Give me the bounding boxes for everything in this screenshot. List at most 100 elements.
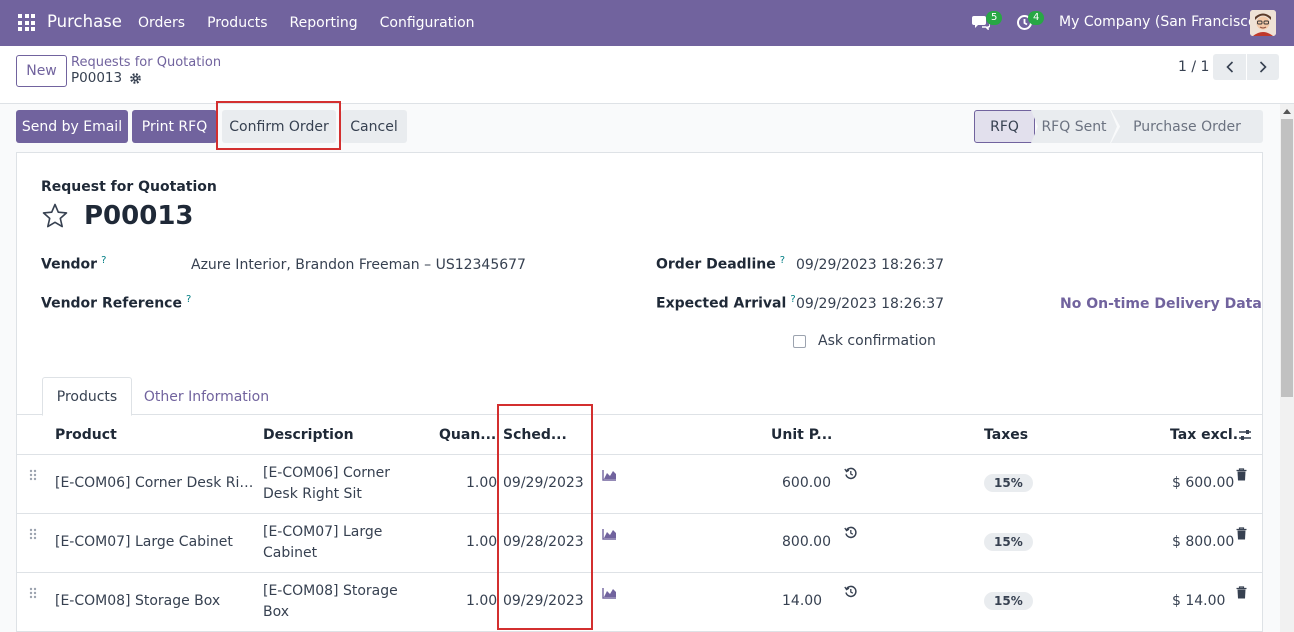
status-stages: RFQ RFQ Sent Purchase Order bbox=[974, 110, 1263, 143]
tab-products[interactable]: Products bbox=[42, 377, 132, 416]
vendor-reference-label: Vendor Reference? bbox=[41, 294, 191, 312]
expected-arrival-label: Expected Arrival? bbox=[656, 294, 796, 312]
send-by-email-button[interactable]: Send by Email bbox=[16, 110, 128, 143]
expected-arrival-field[interactable]: 09/29/2023 18:26:37 bbox=[796, 296, 944, 312]
price-history-icon[interactable] bbox=[844, 467, 857, 480]
line-scheduled-date[interactable]: 09/28/2023 bbox=[503, 534, 584, 550]
main-menu: Orders Products Reporting Configuration bbox=[138, 0, 497, 46]
table-row[interactable]: [E-COM07] Large Cabinet [E-COM07] Large … bbox=[17, 514, 1262, 573]
line-subtotal: $ 14.00 bbox=[1172, 593, 1226, 609]
line-unit-price[interactable]: 600.00 bbox=[782, 475, 831, 491]
pager-next-button[interactable] bbox=[1246, 54, 1279, 80]
cancel-button[interactable]: Cancel bbox=[341, 110, 407, 143]
new-button[interactable]: New bbox=[16, 55, 67, 87]
menu-configuration[interactable]: Configuration bbox=[380, 15, 475, 31]
tax-badge[interactable]: 15% bbox=[984, 592, 1033, 610]
tax-badge[interactable]: 15% bbox=[984, 533, 1033, 551]
menu-products[interactable]: Products bbox=[207, 15, 267, 31]
tab-other-information[interactable]: Other Information bbox=[135, 377, 278, 416]
line-product[interactable]: [E-COM06] Corner Desk Righ... bbox=[55, 475, 255, 491]
trash-icon[interactable] bbox=[1236, 468, 1247, 481]
line-scheduled-date[interactable]: 09/29/2023 bbox=[503, 475, 584, 491]
forecast-chart-icon[interactable] bbox=[602, 469, 617, 481]
header-unit-price[interactable]: Unit P... bbox=[771, 427, 832, 443]
stage-rfq[interactable]: RFQ bbox=[974, 110, 1035, 143]
table-row[interactable]: [E-COM06] Corner Desk Righ... [E-COM06] … bbox=[17, 455, 1262, 514]
tax-badge[interactable]: 15% bbox=[984, 474, 1033, 492]
print-rfq-button[interactable]: Print RFQ bbox=[132, 110, 217, 143]
vendor-reference-label-text: Vendor Reference bbox=[41, 295, 182, 312]
line-description[interactable]: [E-COM08] Storage Box bbox=[263, 581, 423, 623]
line-subtotal: $ 800.00 bbox=[1172, 534, 1235, 550]
scroll-up-arrow-icon[interactable] bbox=[1280, 104, 1294, 118]
line-quantity[interactable]: 1.00 bbox=[466, 593, 497, 609]
line-subtotal: $ 600.00 bbox=[1172, 475, 1235, 491]
table-row[interactable]: [E-COM08] Storage Box [E-COM08] Storage … bbox=[17, 573, 1262, 632]
vendor-label: Vendor? bbox=[41, 255, 106, 273]
order-deadline-field[interactable]: 09/29/2023 18:26:37 bbox=[796, 257, 944, 273]
company-switcher[interactable]: My Company (San Francisco) bbox=[1059, 14, 1262, 30]
stage-rfq-sent[interactable]: RFQ Sent bbox=[1031, 110, 1117, 143]
line-product[interactable]: [E-COM08] Storage Box bbox=[55, 593, 255, 609]
ask-confirmation-checkbox[interactable] bbox=[793, 335, 806, 348]
star-icon[interactable] bbox=[41, 202, 69, 230]
header-description[interactable]: Description bbox=[263, 427, 354, 443]
activity-badge: 4 bbox=[1028, 11, 1045, 25]
line-description[interactable]: [E-COM07] Large Cabinet bbox=[263, 522, 423, 564]
line-unit-price[interactable]: 800.00 bbox=[782, 534, 831, 550]
pager-value: 1 / 1 bbox=[1178, 59, 1210, 75]
forecast-chart-icon[interactable] bbox=[602, 587, 617, 599]
help-tooltip-icon[interactable]: ? bbox=[780, 255, 785, 266]
chevron-left-icon bbox=[1225, 61, 1233, 73]
header-quantity[interactable]: Quan... bbox=[439, 427, 496, 443]
trash-icon[interactable] bbox=[1236, 527, 1247, 540]
help-tooltip-icon[interactable]: ? bbox=[101, 255, 106, 266]
chevron-right-icon bbox=[1259, 61, 1267, 73]
on-time-delivery-link[interactable]: No On-time Delivery Data bbox=[1060, 296, 1262, 312]
scroll-thumb[interactable] bbox=[1281, 119, 1293, 397]
record-title: P00013 bbox=[71, 70, 142, 86]
user-avatar[interactable] bbox=[1250, 10, 1276, 36]
record-name-label: P00013 bbox=[71, 70, 123, 86]
order-deadline-label: Order Deadline? bbox=[656, 255, 785, 273]
expected-arrival-label-text: Expected Arrival bbox=[656, 295, 787, 312]
price-history-icon[interactable] bbox=[844, 526, 857, 539]
header-scheduled-date[interactable]: Sched... bbox=[503, 427, 567, 443]
line-scheduled-date[interactable]: 09/29/2023 bbox=[503, 593, 584, 609]
trash-icon[interactable] bbox=[1236, 586, 1247, 599]
ask-confirmation-label[interactable]: Ask confirmation bbox=[818, 333, 936, 349]
forecast-chart-icon[interactable] bbox=[602, 528, 617, 540]
help-tooltip-icon[interactable]: ? bbox=[790, 294, 795, 305]
breadcrumb-rfq-list[interactable]: Requests for Quotation bbox=[71, 55, 221, 70]
line-unit-price[interactable]: 14.00 bbox=[782, 593, 822, 609]
menu-reporting[interactable]: Reporting bbox=[290, 15, 358, 31]
table-header: Product Description Quan... Sched... Uni… bbox=[17, 415, 1262, 455]
document-type: Request for Quotation bbox=[41, 179, 217, 195]
line-quantity[interactable]: 1.00 bbox=[466, 534, 497, 550]
chat-badge: 5 bbox=[986, 11, 1003, 25]
stage-purchase-order[interactable]: Purchase Order bbox=[1111, 110, 1263, 143]
pager-previous-button[interactable] bbox=[1213, 54, 1246, 80]
line-quantity[interactable]: 1.00 bbox=[466, 475, 497, 491]
notebook-tabs: Products Other Information bbox=[17, 377, 1262, 416]
line-description[interactable]: [E-COM06] Corner Desk Right Sit bbox=[263, 463, 423, 505]
column-settings-icon[interactable] bbox=[1238, 428, 1252, 442]
gear-icon[interactable] bbox=[129, 72, 142, 85]
scrollbar[interactable] bbox=[1280, 104, 1294, 632]
apps-grid-icon[interactable] bbox=[18, 14, 35, 31]
menu-orders[interactable]: Orders bbox=[138, 15, 185, 31]
drag-handle-icon[interactable] bbox=[29, 469, 37, 481]
vendor-field[interactable]: Azure Interior, Brandon Freeman – US1234… bbox=[191, 257, 526, 273]
drag-handle-icon[interactable] bbox=[29, 587, 37, 599]
price-history-icon[interactable] bbox=[844, 585, 857, 598]
help-tooltip-icon[interactable]: ? bbox=[186, 294, 191, 305]
document-number: P00013 bbox=[84, 201, 194, 231]
app-name[interactable]: Purchase bbox=[47, 12, 122, 31]
confirm-order-button[interactable]: Confirm Order bbox=[222, 110, 336, 143]
header-product[interactable]: Product bbox=[55, 427, 117, 443]
line-product[interactable]: [E-COM07] Large Cabinet bbox=[55, 534, 255, 550]
control-panel: New Requests for Quotation P00013 1 / 1 bbox=[0, 46, 1294, 104]
header-tax-excluded[interactable]: Tax excl. bbox=[1170, 427, 1238, 443]
header-taxes[interactable]: Taxes bbox=[984, 427, 1028, 443]
drag-handle-icon[interactable] bbox=[29, 528, 37, 540]
